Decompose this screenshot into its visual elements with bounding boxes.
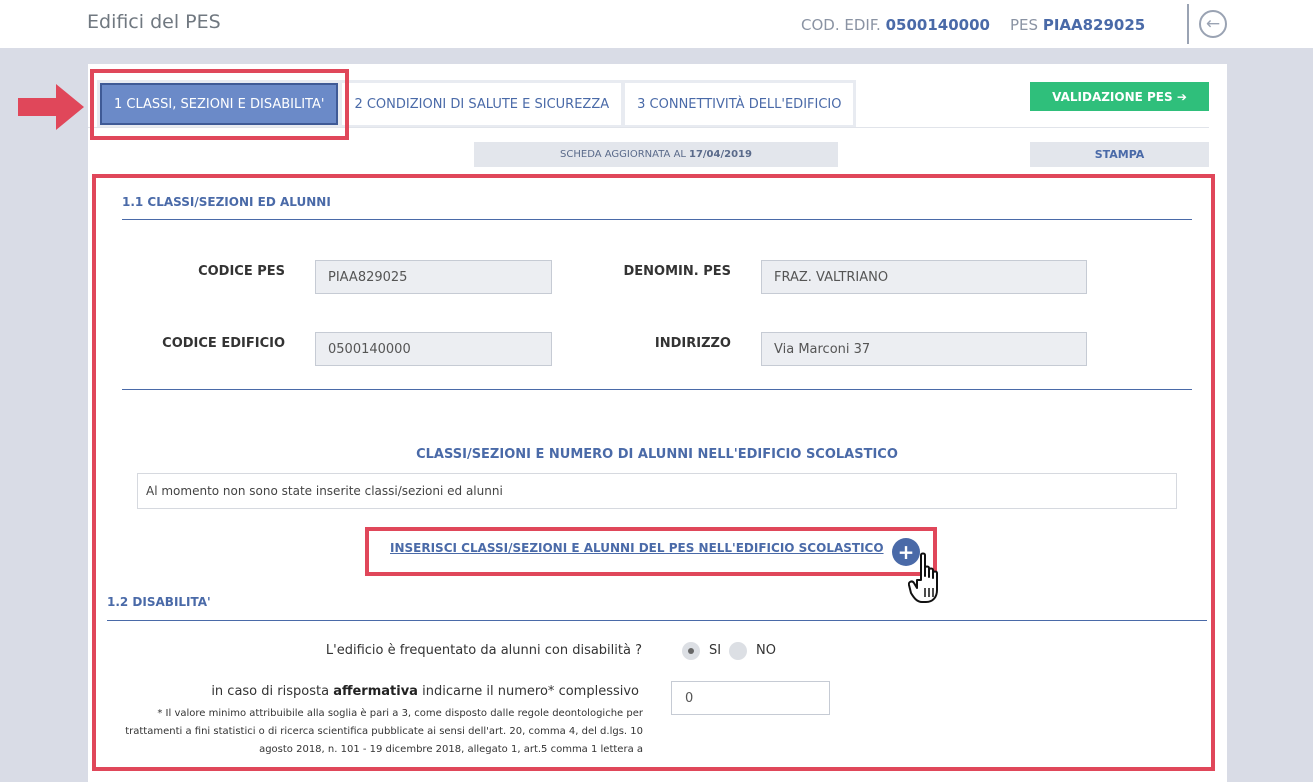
header-divider [1187,4,1189,44]
classes-heading: CLASSI/SEZIONI E NUMERO DI ALUNNI NELL'E… [416,447,898,462]
denomin-pes-label: DENOMIN. PES [623,264,732,279]
disability-question: L'edificio è frequentato da alunni con d… [325,643,642,658]
cod-edif-info: COD. EDIF. 0500140000 [801,16,990,34]
validate-pes-button[interactable]: VALIDAZIONE PES ➔ [1030,82,1209,111]
tab-condizioni-salute[interactable]: 2 CONDIZIONI DI SALUTE E SICUREZZA [342,83,622,125]
last-updated-bar: SCHEDA AGGIORNATA AL 17/04/2019 [474,142,838,167]
count-prefix: in caso di risposta [211,684,330,699]
count-question: in caso di risposta affermativa indicarn… [211,684,639,699]
codice-edificio-field[interactable]: 0500140000 [315,332,552,366]
section-divider [122,219,1192,220]
count-suffix: indicarne il numero* complessivo [422,684,639,699]
pes-info: PES PIAA829025 [1010,16,1145,34]
back-button[interactable]: ← [1199,10,1227,38]
last-updated-label: SCHEDA AGGIORNATA AL [560,149,686,160]
pes-value: PIAA829025 [1042,16,1146,34]
radio-no[interactable] [729,642,747,660]
pes-label: PES [1010,16,1039,34]
threshold-note: * Il valore minimo attribuibile alla sog… [125,708,643,755]
indirizzo-field[interactable]: Via Marconi 37 [761,332,1087,366]
last-updated-date: 17/04/2019 [688,149,752,160]
active-tab-highlight [90,69,349,140]
radio-no-label: NO [756,643,776,658]
classes-empty-message: Al momento non sono state inserite class… [137,473,1177,509]
back-arrow-icon: ← [1205,14,1221,34]
section-disabilita-title: 1.2 DISABILITA' [107,595,211,609]
section-disabilita-divider [107,620,1207,621]
radio-si-label: SI [709,643,722,658]
radio-si[interactable] [682,642,700,660]
tab-connettivita[interactable]: 3 CONNETTIVITÀ DELL'EDIFICIO [625,83,854,125]
insert-classes-link[interactable]: INSERISCI CLASSI/SEZIONI E ALUNNI DEL PE… [390,541,884,555]
section-classi-title: 1.1 CLASSI/SEZIONI ED ALUNNI [122,195,331,209]
disability-count-input[interactable]: 0 [671,681,830,715]
count-bold: affermativa [333,684,418,699]
fields-divider [122,389,1192,390]
page-title: Edifici del PES [87,11,221,33]
top-bar: Edifici del PES COD. EDIF. 0500140000 PE… [0,0,1313,48]
hand-pointer-icon [908,552,938,603]
codice-edificio-label: CODICE EDIFICIO [162,336,285,351]
arrow-right-icon [18,84,84,130]
codice-pes-label: CODICE PES [198,264,285,279]
codice-pes-field[interactable]: PIAA829025 [315,260,552,294]
cod-edif-value: 0500140000 [885,16,990,34]
indirizzo-label: INDIRIZZO [654,336,731,351]
print-button[interactable]: STAMPA [1030,142,1209,167]
cod-edif-label: COD. EDIF. [801,16,881,34]
denomin-pes-field[interactable]: FRAZ. VALTRIANO [761,260,1087,294]
